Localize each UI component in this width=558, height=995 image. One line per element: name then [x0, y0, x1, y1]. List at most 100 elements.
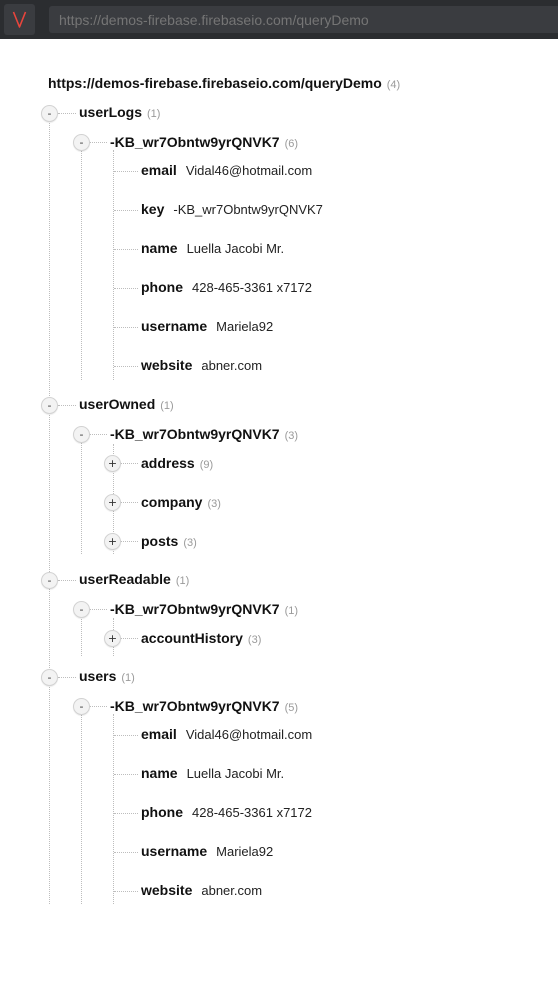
field-value: Vidal46@hotmail.com — [185, 727, 313, 742]
field-key: name — [141, 765, 178, 781]
plus-icon: + — [107, 535, 118, 548]
plus-icon: + — [107, 632, 118, 645]
field-value: 428-465-3361 x7172 — [192, 805, 312, 820]
root-count: (4) — [386, 79, 401, 91]
tree-connector — [120, 463, 138, 464]
tree-connector — [90, 706, 107, 707]
minus-icon: - — [79, 428, 84, 441]
node-userlogs[interactable]: userLogs (1) — [79, 104, 160, 122]
root-node: https://demos-firebase.firebaseio.com/qu… — [48, 75, 400, 91]
node-label: address — [141, 455, 195, 471]
field-key: phone — [141, 279, 183, 295]
node-label: -KB_wr7Obntw9yrQNVK7 — [110, 426, 280, 442]
app-logo[interactable] — [4, 4, 35, 35]
node-users-child[interactable]: -KB_wr7Obntw9yrQNVK7 (5) — [110, 698, 298, 716]
collapse-userowned-child-button[interactable]: - — [73, 426, 90, 443]
collapse-userlogs-button[interactable]: - — [41, 105, 58, 122]
tree-guide-root — [49, 114, 50, 904]
node-count: (5) — [284, 702, 299, 714]
field-key-row[interactable]: key -KB_wr7Obntw9yrQNVK7 — [141, 201, 323, 218]
collapse-userreadable-button[interactable]: - — [41, 572, 58, 589]
collapse-users-button[interactable]: - — [41, 669, 58, 686]
tree-connector — [120, 502, 138, 503]
collapse-userreadable-child-button[interactable]: - — [73, 601, 90, 618]
minus-icon: - — [79, 136, 84, 149]
field-key: key — [141, 201, 165, 217]
node-userowned[interactable]: userOwned (1) — [79, 396, 174, 414]
minus-icon: - — [79, 700, 84, 713]
tree-guide — [113, 714, 114, 904]
field-value: Luella Jacobi Mr. — [186, 241, 285, 256]
plus-icon: + — [107, 496, 118, 509]
field-key: phone — [141, 804, 183, 820]
node-count: (3) — [183, 537, 197, 549]
node-company[interactable]: company (3) — [141, 494, 221, 512]
node-userreadable[interactable]: userReadable (1) — [79, 571, 189, 589]
field-key: website — [141, 882, 193, 898]
field-phone[interactable]: phone 428-465-3361 x7172 — [141, 279, 312, 296]
field-website[interactable]: website abner.com — [141, 882, 262, 899]
node-label: company — [141, 494, 203, 510]
tree-guide — [81, 706, 82, 904]
minus-icon: - — [47, 399, 52, 412]
node-userlogs-child[interactable]: -KB_wr7Obntw9yrQNVK7 (6) — [110, 134, 298, 152]
vulcan-logo-icon — [12, 11, 27, 28]
node-count: (1) — [121, 672, 135, 684]
node-users[interactable]: users (1) — [79, 668, 135, 686]
field-username[interactable]: username Mariela92 — [141, 843, 273, 860]
tree-connector — [120, 638, 138, 639]
node-label: posts — [141, 533, 179, 549]
expand-address-button[interactable]: + — [104, 455, 121, 472]
expand-company-button[interactable]: + — [104, 494, 121, 511]
node-count: (6) — [284, 138, 299, 150]
tree-connector — [114, 852, 138, 853]
tree-connector — [114, 366, 138, 367]
tree-connector — [90, 609, 107, 610]
field-email[interactable]: email Vidal46@hotmail.com — [141, 726, 312, 743]
node-count: (1) — [284, 605, 299, 617]
field-email[interactable]: email Vidal46@hotmail.com — [141, 162, 312, 179]
field-key: email — [141, 162, 177, 178]
node-count: (3) — [284, 430, 299, 442]
url-bar[interactable] — [49, 6, 558, 33]
field-phone[interactable]: phone 428-465-3361 x7172 — [141, 804, 312, 821]
field-username[interactable]: username Mariela92 — [141, 318, 273, 335]
collapse-users-child-button[interactable]: - — [73, 698, 90, 715]
node-userowned-child[interactable]: -KB_wr7Obntw9yrQNVK7 (3) — [110, 426, 298, 444]
node-count: (1) — [147, 108, 161, 120]
field-value: 428-465-3361 x7172 — [192, 280, 312, 295]
field-key: username — [141, 843, 208, 859]
tree-guide — [81, 142, 82, 380]
field-website[interactable]: website abner.com — [141, 357, 262, 374]
tree-connector — [90, 434, 107, 435]
tree-connector — [114, 891, 138, 892]
node-accounthistory[interactable]: accountHistory (3) — [141, 630, 261, 648]
tree-guide — [81, 434, 82, 554]
tree-connector — [58, 113, 76, 114]
top-bar — [0, 0, 558, 39]
url-input[interactable] — [49, 6, 558, 33]
tree-connector — [114, 249, 138, 250]
node-address[interactable]: address (9) — [141, 455, 213, 473]
field-name[interactable]: name Luella Jacobi Mr. — [141, 765, 284, 782]
node-count: (9) — [199, 459, 214, 471]
tree-connector — [114, 327, 138, 328]
node-label: userLogs — [79, 104, 143, 120]
field-value: Vidal46@hotmail.com — [185, 163, 313, 178]
tree-connector — [90, 142, 107, 143]
node-count: (3) — [207, 498, 221, 510]
collapse-userlogs-child-button[interactable]: - — [73, 134, 90, 151]
collapse-userowned-button[interactable]: - — [41, 397, 58, 414]
field-key: name — [141, 240, 178, 256]
tree-connector — [58, 580, 76, 581]
field-name[interactable]: name Luella Jacobi Mr. — [141, 240, 284, 257]
node-userreadable-child[interactable]: -KB_wr7Obntw9yrQNVK7 (1) — [110, 601, 298, 619]
expand-accounthistory-button[interactable]: + — [104, 630, 121, 647]
field-value: Mariela92 — [216, 844, 274, 859]
expand-posts-button[interactable]: + — [104, 533, 121, 550]
tree-connector — [114, 735, 138, 736]
node-posts[interactable]: posts (3) — [141, 533, 197, 551]
plus-icon: + — [107, 457, 118, 470]
tree-connector — [114, 171, 138, 172]
node-count: (1) — [160, 400, 174, 412]
